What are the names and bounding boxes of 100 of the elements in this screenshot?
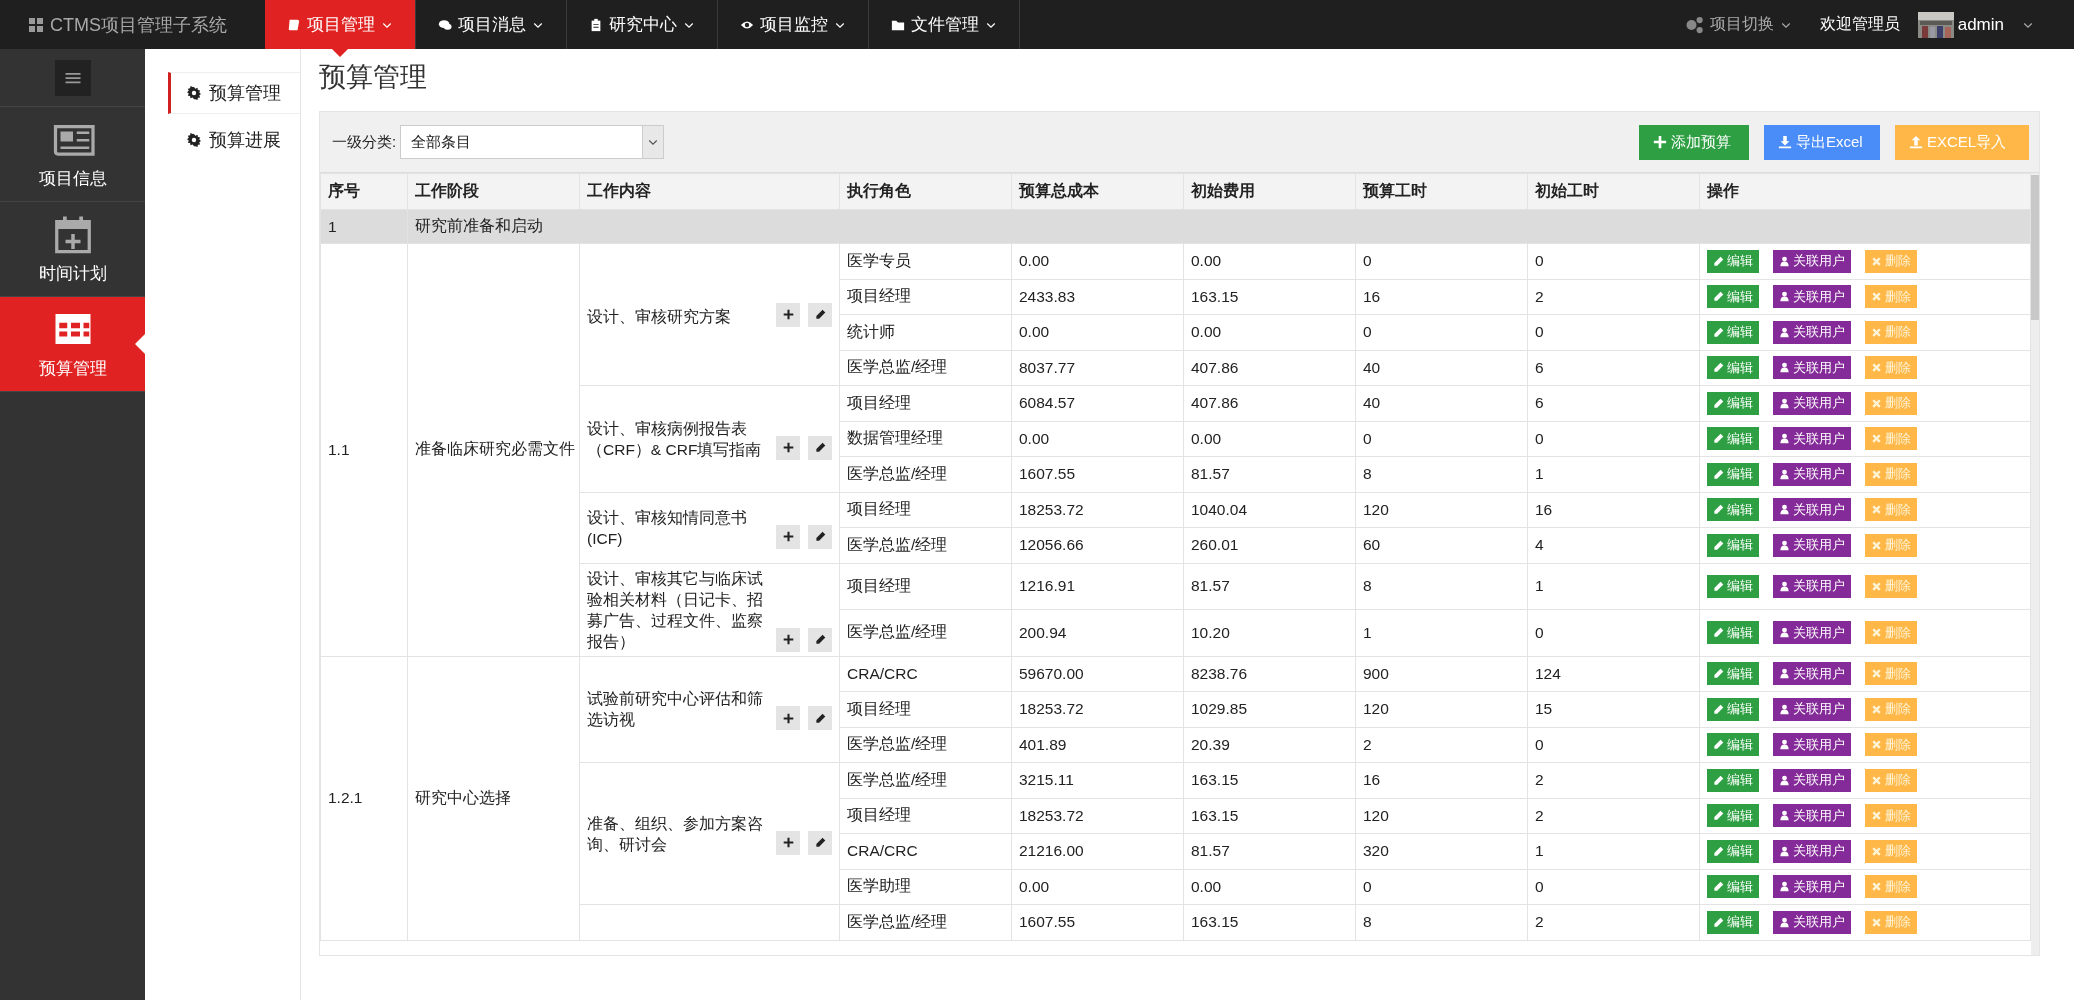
- pencil-icon: [1713, 668, 1724, 680]
- edit-button[interactable]: 编辑: [1707, 839, 1759, 863]
- clipboard-icon: [589, 17, 603, 32]
- table-cell: 407.86: [1183, 385, 1356, 421]
- menu-item[interactable]: 研究中心: [567, 0, 718, 49]
- link-user-button[interactable]: 关联用户: [1773, 839, 1851, 863]
- edit-button[interactable]: 编辑: [1707, 768, 1759, 792]
- edit-button[interactable]: 编辑: [1707, 621, 1759, 645]
- edit-task-button[interactable]: [808, 830, 832, 855]
- link-user-button[interactable]: 关联用户: [1773, 391, 1851, 415]
- table-cell: 163.15: [1183, 279, 1356, 315]
- export-excel-button[interactable]: 导出Excel: [1764, 124, 1880, 160]
- edit-button[interactable]: 编辑: [1707, 804, 1759, 828]
- link-user-button[interactable]: 关联用户: [1773, 574, 1851, 598]
- category-dropdown[interactable]: 全部条目: [400, 125, 665, 159]
- table-cell: 1607.55: [1011, 904, 1184, 940]
- pencil-icon: [1713, 468, 1724, 480]
- link-user-button[interactable]: 关联用户: [1773, 662, 1851, 686]
- add-role-button[interactable]: [776, 435, 800, 460]
- column-header: 初始工时: [1527, 173, 1700, 210]
- edit-button[interactable]: 编辑: [1707, 498, 1759, 522]
- column-header: 初始费用: [1183, 173, 1356, 210]
- subnav-tab[interactable]: 预算管理: [168, 72, 300, 114]
- edit-button[interactable]: 编辑: [1707, 574, 1759, 598]
- edit-button[interactable]: 编辑: [1707, 662, 1759, 686]
- add-role-button[interactable]: [776, 706, 800, 731]
- add-role-button[interactable]: [776, 524, 800, 549]
- user-icon: [1779, 703, 1790, 715]
- edit-button[interactable]: 编辑: [1707, 533, 1759, 557]
- pencil-icon: [814, 442, 826, 454]
- edit-button[interactable]: 编辑: [1707, 875, 1759, 899]
- user-icon: [1779, 916, 1790, 928]
- add-role-button[interactable]: [776, 627, 800, 652]
- edit-button[interactable]: 编辑: [1707, 910, 1759, 934]
- close-icon: [1871, 255, 1882, 267]
- selection-pointer: [135, 334, 145, 354]
- task-text: 试验前研究中心评估和筛选访视: [587, 689, 764, 731]
- link-user-button[interactable]: 关联用户: [1773, 697, 1851, 721]
- user-menu[interactable]: admin: [1917, 0, 2074, 49]
- edit-button[interactable]: 编辑: [1707, 356, 1759, 380]
- sidebar-item[interactable]: 预算管理: [0, 297, 145, 392]
- pencil-icon: [1713, 845, 1724, 857]
- table-cell: 0.00: [1183, 314, 1356, 350]
- add-role-button[interactable]: [776, 302, 800, 327]
- pencil-icon: [1713, 739, 1724, 751]
- sidebar-item[interactable]: 项目信息: [0, 107, 145, 202]
- menu-toggle-button[interactable]: [54, 59, 91, 96]
- edit-task-button[interactable]: [808, 706, 832, 731]
- plus-icon: [782, 837, 794, 848]
- table-cell: 1040.04: [1183, 492, 1356, 528]
- add-role-button[interactable]: [776, 830, 800, 855]
- pencil-icon: [1713, 627, 1724, 639]
- download-icon: [1778, 135, 1792, 149]
- user-icon: [1779, 881, 1790, 893]
- table-cell: 医学总监/经理: [839, 609, 1012, 656]
- import-excel-button[interactable]: EXCEL导入: [1895, 124, 2029, 160]
- link-user-button[interactable]: 关联用户: [1773, 875, 1851, 899]
- edit-button[interactable]: 编辑: [1707, 285, 1759, 309]
- project-switch-menu[interactable]: 项目切换: [1683, 0, 1820, 49]
- link-user-button[interactable]: 关联用户: [1773, 533, 1851, 557]
- table-cell: 163.15: [1183, 904, 1356, 940]
- user-icon: [1779, 504, 1790, 516]
- edit-task-button[interactable]: [808, 302, 832, 327]
- table-cell: 18253.72: [1011, 691, 1184, 727]
- edit-button[interactable]: 编辑: [1707, 462, 1759, 486]
- edit-button[interactable]: 编辑: [1707, 733, 1759, 757]
- link-user-button[interactable]: 关联用户: [1773, 733, 1851, 757]
- table-cell: 0: [1355, 421, 1528, 457]
- link-user-button[interactable]: 关联用户: [1773, 320, 1851, 344]
- edit-button[interactable]: 编辑: [1707, 391, 1759, 415]
- menu-item[interactable]: 文件管理: [869, 0, 1020, 49]
- edit-button[interactable]: 编辑: [1707, 249, 1759, 273]
- link-user-button[interactable]: 关联用户: [1773, 356, 1851, 380]
- link-user-button[interactable]: 关联用户: [1773, 285, 1851, 309]
- edit-button[interactable]: 编辑: [1707, 427, 1759, 451]
- menu-item[interactable]: 项目监控: [718, 0, 869, 49]
- link-user-button[interactable]: 关联用户: [1773, 804, 1851, 828]
- link-user-button[interactable]: 关联用户: [1773, 498, 1851, 522]
- link-user-button[interactable]: 关联用户: [1773, 462, 1851, 486]
- edit-task-button[interactable]: [808, 524, 832, 549]
- table-cell: 2: [1527, 279, 1700, 315]
- table-cell: 0: [1355, 243, 1528, 279]
- link-user-button[interactable]: 关联用户: [1773, 427, 1851, 451]
- pencil-icon: [1713, 881, 1724, 893]
- table-cell: 21216.00: [1011, 833, 1184, 869]
- edit-task-button[interactable]: [808, 627, 832, 652]
- subnav-tab[interactable]: 预算进展: [168, 120, 300, 160]
- add-budget-button[interactable]: 添加预算: [1639, 124, 1749, 160]
- edit-button[interactable]: 编辑: [1707, 697, 1759, 721]
- menu-item[interactable]: 项目消息: [416, 0, 567, 49]
- edit-button[interactable]: 编辑: [1707, 320, 1759, 344]
- scrollbar-thumb[interactable]: [2031, 175, 2039, 320]
- plus-icon: [782, 634, 794, 645]
- gear-icon: [187, 86, 201, 100]
- link-user-button[interactable]: 关联用户: [1773, 249, 1851, 273]
- link-user-button[interactable]: 关联用户: [1773, 910, 1851, 934]
- close-icon: [1871, 810, 1882, 822]
- link-user-button[interactable]: 关联用户: [1773, 768, 1851, 792]
- edit-task-button[interactable]: [808, 435, 832, 460]
- link-user-button[interactable]: 关联用户: [1773, 621, 1851, 645]
